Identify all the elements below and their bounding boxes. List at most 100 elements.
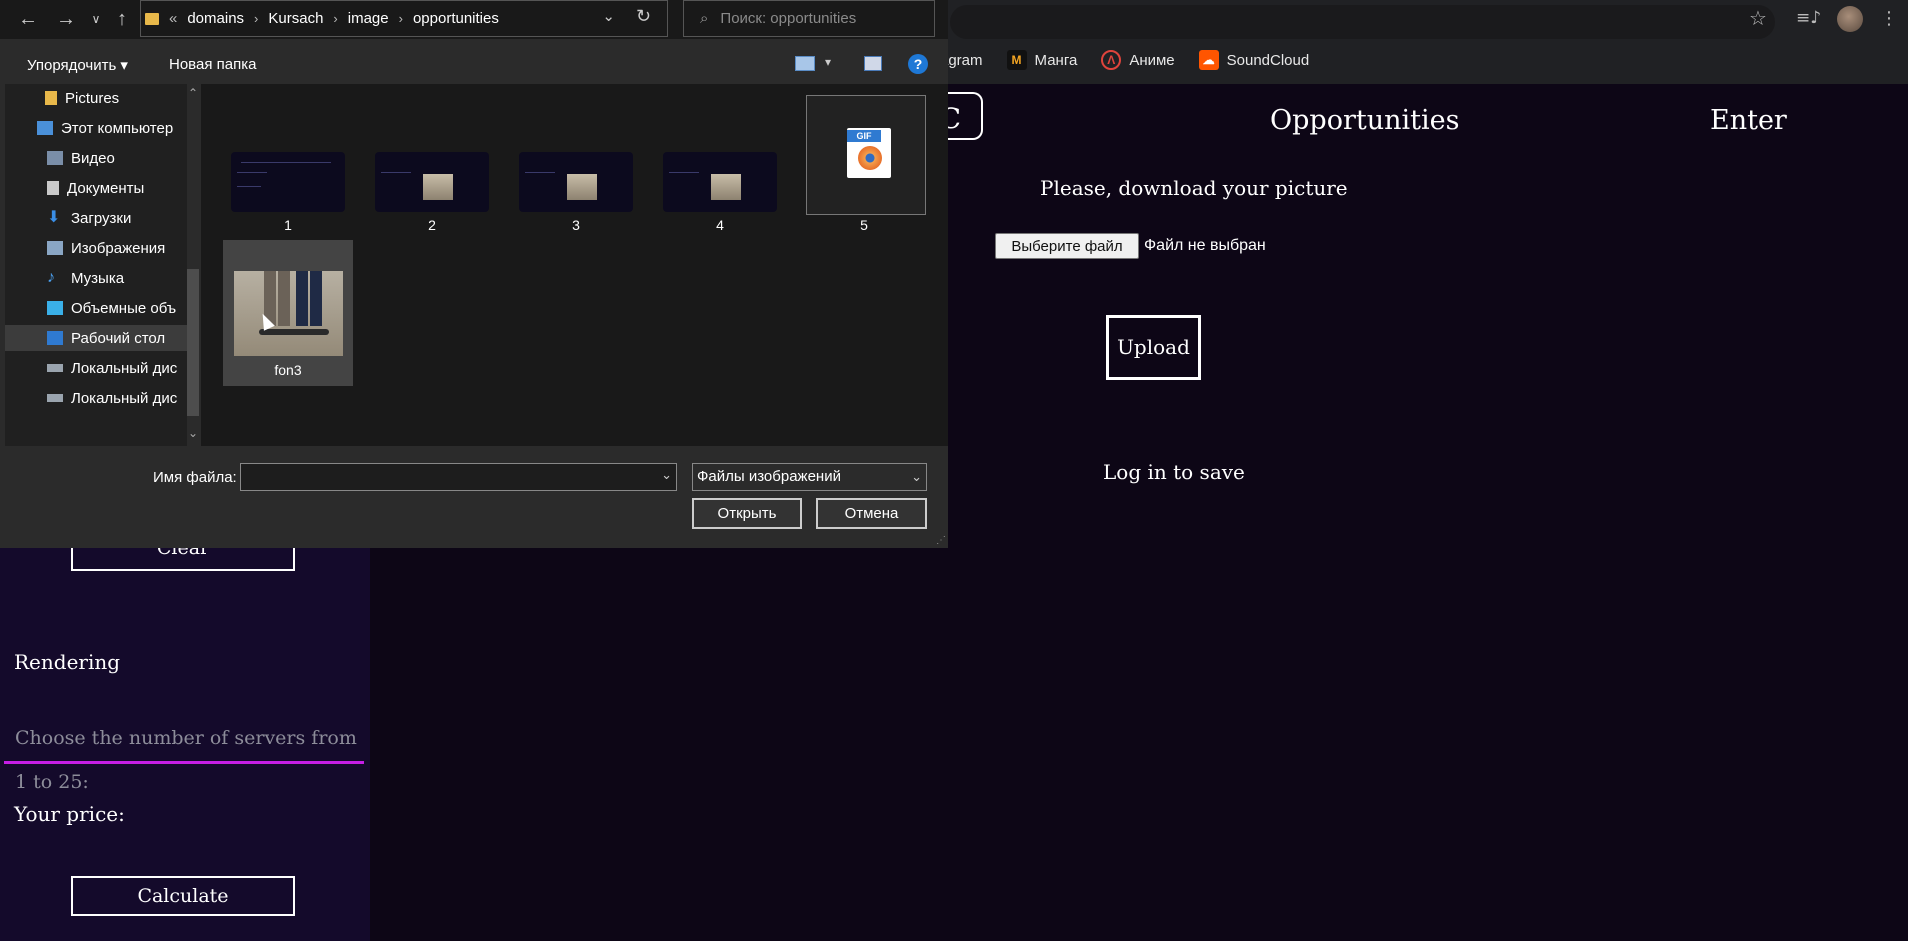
choose-file-button[interactable]: Выберите файл xyxy=(995,233,1139,259)
nav-item-local-disk-1[interactable]: Локальный дис xyxy=(5,355,187,381)
profile-avatar[interactable] xyxy=(1837,6,1863,32)
gif-file-thumbnail: GIF xyxy=(806,95,926,215)
file-thumbnail xyxy=(519,152,633,212)
breadcrumb-kursach[interactable]: Kursach xyxy=(268,10,323,27)
nav-item-label: Рабочий стол xyxy=(71,329,166,347)
nav-item-pictures[interactable]: Pictures xyxy=(5,85,187,111)
nav-item-local-disk-2[interactable]: Локальный дис xyxy=(5,385,187,411)
back-arrow-icon[interactable]: ← xyxy=(18,8,38,30)
nav-item-3d-objects[interactable]: Объемные объ xyxy=(5,295,187,321)
file-item-fon3[interactable]: fon3 xyxy=(223,240,353,386)
organize-menu[interactable]: Упорядочить ▾ xyxy=(27,56,128,74)
cancel-button[interactable]: Отмена xyxy=(816,498,927,529)
file-thumbnail xyxy=(234,271,343,356)
view-icon[interactable] xyxy=(795,56,815,71)
nav-item-downloads[interactable]: ⬇ Загрузки xyxy=(5,205,187,231)
nav-opportunities[interactable]: Opportunities xyxy=(1270,105,1459,136)
breadcrumb-opportunities[interactable]: opportunities xyxy=(413,10,499,27)
breadcrumb-image[interactable]: image xyxy=(348,10,389,27)
dialog-address-row: ← → ∨ ↑ « domains › Kursach › image › op… xyxy=(0,0,948,39)
nav-item-music[interactable]: ♪ Музыка xyxy=(5,265,187,291)
file-name: fon3 xyxy=(274,362,302,378)
preview-pane-icon[interactable] xyxy=(864,56,882,71)
search-input[interactable]: ⌕ Поиск: opportunities xyxy=(683,0,935,37)
nav-item-label: Видео xyxy=(71,149,115,167)
bookmark-soundcloud[interactable]: ☁ SoundCloud xyxy=(1198,50,1309,70)
downloads-icon: ⬇ xyxy=(47,209,61,226)
nav-item-this-pc[interactable]: Этот компьютер xyxy=(5,115,187,141)
filetype-select[interactable]: Файлы изображений ⌄ xyxy=(692,463,927,491)
forward-arrow-icon[interactable]: → xyxy=(56,8,76,30)
breadcrumb-domains[interactable]: domains xyxy=(187,10,244,27)
refresh-icon[interactable]: ↻ xyxy=(636,6,651,27)
file-list-pane: 1 2 3 4 GIF 5 fon3 xyxy=(201,84,948,446)
file-item-2[interactable]: 2 xyxy=(369,152,489,287)
rendering-label: Rendering xyxy=(14,650,121,674)
bookmark-label: Аниме xyxy=(1129,51,1175,69)
filetype-value: Файлы изображений xyxy=(697,468,841,485)
servers-input[interactable]: Choose the number of servers from 1 to 2… xyxy=(4,716,364,793)
file-open-dialog: ← → ∨ ↑ « domains › Kursach › image › op… xyxy=(0,0,948,548)
up-arrow-icon[interactable]: ↑ xyxy=(112,8,132,30)
nav-enter[interactable]: Enter xyxy=(1710,105,1787,136)
folder-icon xyxy=(145,12,159,25)
search-icon: ⌕ xyxy=(700,10,709,27)
breadcrumb-overflow[interactable]: « xyxy=(169,10,177,27)
nav-item-label: Музыка xyxy=(71,269,125,287)
nav-item-label: Локальный дис xyxy=(71,359,178,377)
new-folder-button[interactable]: Новая папка xyxy=(169,56,256,73)
filename-input[interactable]: ⌄ xyxy=(240,463,677,491)
dialog-toolbar: Упорядочить ▾ Новая папка ▾ ? xyxy=(0,46,948,84)
scroll-thumb[interactable] xyxy=(187,269,199,416)
resize-grip-icon[interactable]: ⋰ xyxy=(936,535,946,546)
file-name: 1 xyxy=(284,217,292,233)
chevron-down-icon[interactable]: ⌄ xyxy=(661,467,672,483)
drive-icon xyxy=(47,364,63,372)
file-name: 3 xyxy=(572,217,580,233)
chevron-right-icon[interactable]: › xyxy=(254,11,258,26)
nav-item-images[interactable]: Изображения xyxy=(5,235,187,261)
login-to-save-text: Log in to save xyxy=(1103,460,1245,484)
file-thumbnail xyxy=(231,152,345,212)
file-item-3[interactable]: 3 xyxy=(513,152,633,287)
chevron-down-icon[interactable]: ⌄ xyxy=(602,7,615,25)
file-item-4[interactable]: 4 xyxy=(657,152,777,287)
nav-scrollbar[interactable]: ⌃ ⌄ xyxy=(187,84,199,446)
nav-item-video[interactable]: Видео xyxy=(5,145,187,171)
media-control-icon[interactable]: ≡♪ xyxy=(1796,8,1821,28)
soundcloud-icon: ☁ xyxy=(1198,50,1219,70)
nav-item-documents[interactable]: Документы xyxy=(5,175,187,201)
nav-item-label: Изображения xyxy=(71,239,166,257)
nav-item-desktop[interactable]: Рабочий стол xyxy=(5,325,187,351)
bookmark-manga[interactable]: M Манга xyxy=(1006,50,1077,70)
path-breadcrumb[interactable]: « domains › Kursach › image › opportunit… xyxy=(140,0,668,37)
eye-icon xyxy=(858,146,882,170)
bookmark-anime[interactable]: Λ Аниме xyxy=(1101,50,1175,70)
gif-badge: GIF xyxy=(847,130,881,142)
computer-icon xyxy=(37,121,53,135)
nav-item-label: Документы xyxy=(67,179,145,197)
recent-chevron-icon[interactable]: ∨ xyxy=(86,8,106,30)
caret-down-icon[interactable]: ▾ xyxy=(825,55,831,69)
bookmark-star-icon[interactable]: ☆ xyxy=(1748,8,1768,28)
help-icon[interactable]: ? xyxy=(908,54,928,74)
chevron-down-icon[interactable]: ⌄ xyxy=(188,426,198,440)
bookmarks-bar: agram M Манга Λ Аниме ☁ SoundCloud xyxy=(940,48,1309,72)
nav-item-label: Этот компьютер xyxy=(61,119,174,137)
nav-item-label: Загрузки xyxy=(71,209,132,227)
upload-button[interactable]: Upload xyxy=(1106,315,1201,380)
address-bar[interactable] xyxy=(950,5,1775,39)
no-file-text: Файл не выбран xyxy=(1144,237,1266,254)
file-input: Выберите файл Файл не выбран xyxy=(995,233,1266,259)
chevron-right-icon[interactable]: › xyxy=(333,11,337,26)
file-name: 5 xyxy=(860,217,868,233)
menu-dots-icon[interactable]: ⋮ xyxy=(1880,6,1898,32)
file-item-5[interactable]: GIF 5 xyxy=(801,84,931,233)
nav-item-label: Локальный дис xyxy=(71,389,178,407)
calculate-button[interactable]: Calculate xyxy=(71,876,295,916)
chevron-right-icon[interactable]: › xyxy=(399,11,403,26)
chevron-up-icon[interactable]: ⌃ xyxy=(188,86,198,100)
nav-item-label: Pictures xyxy=(65,89,120,107)
open-button[interactable]: Открыть xyxy=(692,498,802,529)
dialog-footer: Имя файла: ⌄ Файлы изображений ⌄ Открыть… xyxy=(0,446,948,548)
